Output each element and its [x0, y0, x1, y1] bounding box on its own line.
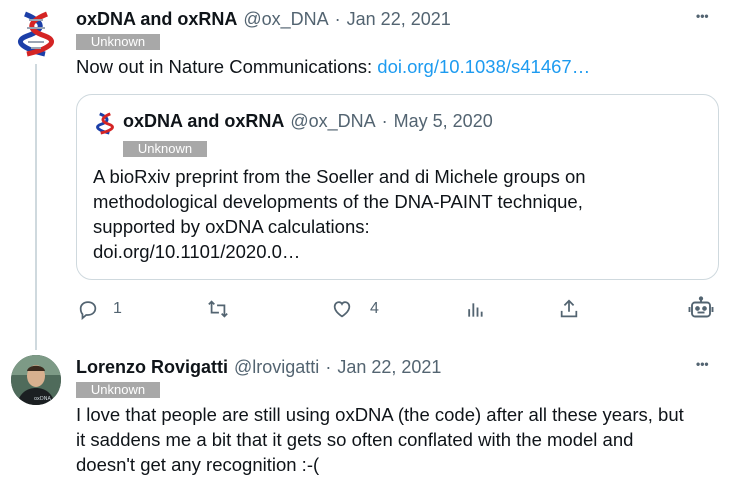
quote-avatar	[93, 111, 117, 135]
quote-author-name: oxDNA and oxRNA	[123, 111, 285, 131]
bot-icon	[688, 296, 714, 318]
author-handle[interactable]: @ox_DNA	[243, 9, 328, 30]
quote-text-line: methodological developments of the DNA-P…	[93, 191, 583, 212]
separator-dot: ·	[381, 111, 388, 131]
like-button[interactable]: 4	[331, 298, 379, 320]
person-photo-icon: oxDNA	[11, 355, 61, 405]
views-icon	[468, 303, 483, 317]
tweet-date[interactable]: Jan 22, 2021	[347, 9, 451, 30]
tweet-text-line: it saddens me a bit that it gets so ofte…	[76, 429, 634, 450]
status-badge: Unknown	[76, 34, 160, 50]
author-name[interactable]: oxDNA and oxRNA	[76, 9, 237, 30]
separator-dot: ·	[325, 357, 332, 377]
avatar[interactable]	[11, 8, 61, 58]
quote-author-handle: @ox_DNA	[290, 111, 376, 131]
quote-text-line: doi.org/10.1101/2020.0…	[93, 241, 301, 262]
author-name[interactable]: Lorenzo Rovigatti	[76, 357, 228, 378]
more-icon[interactable]: •••	[696, 9, 709, 23]
tweet-text: I love that people are still using oxDNA…	[76, 402, 684, 477]
more-icon[interactable]: •••	[696, 357, 709, 371]
quote-date: May 5, 2020	[393, 111, 493, 131]
tweet-date[interactable]: Jan 22, 2021	[337, 357, 441, 378]
dna-logo-icon	[93, 111, 117, 135]
bot-button[interactable]	[688, 296, 714, 322]
dna-logo-icon	[12, 9, 60, 57]
reply-icon	[79, 301, 97, 320]
quote-text-line: A bioRxiv preprint from the Soeller and …	[93, 166, 586, 187]
status-badge: Unknown	[76, 382, 160, 398]
quote-text-line: supported by oxDNA calculations:	[93, 216, 370, 237]
thread-line	[35, 64, 37, 350]
svg-text:oxDNA: oxDNA	[34, 396, 51, 402]
tweet-link[interactable]: doi.org/10.1038/s41467…	[377, 56, 590, 77]
author-handle[interactable]: @lrovigatti	[234, 357, 319, 378]
views-button[interactable]	[465, 300, 485, 320]
status-badge: Unknown	[123, 141, 207, 157]
retweet-button[interactable]	[206, 298, 230, 320]
quoted-tweet[interactable]: oxDNA and oxRNA @ox_DNA · May 5, 2020 Un…	[76, 94, 719, 280]
tweet-text: Now out in Nature Communications: doi.or…	[76, 54, 590, 79]
reply-count: 1	[113, 300, 122, 317]
share-button[interactable]	[558, 298, 580, 320]
share-icon	[560, 299, 578, 318]
tweet-text-line: doesn't get any recognition :-(	[76, 454, 320, 475]
tweet-text-prefix: Now out in Nature Communications:	[76, 56, 373, 77]
like-icon	[333, 301, 351, 318]
reply-button[interactable]: 1	[77, 298, 122, 320]
retweet-icon	[208, 300, 228, 318]
quote-text: A bioRxiv preprint from the Soeller and …	[93, 164, 586, 264]
like-count: 4	[370, 300, 379, 317]
avatar[interactable]: oxDNA	[11, 355, 61, 405]
separator-dot: ·	[334, 9, 341, 29]
tweet-text-line: I love that people are still using oxDNA…	[76, 404, 684, 425]
